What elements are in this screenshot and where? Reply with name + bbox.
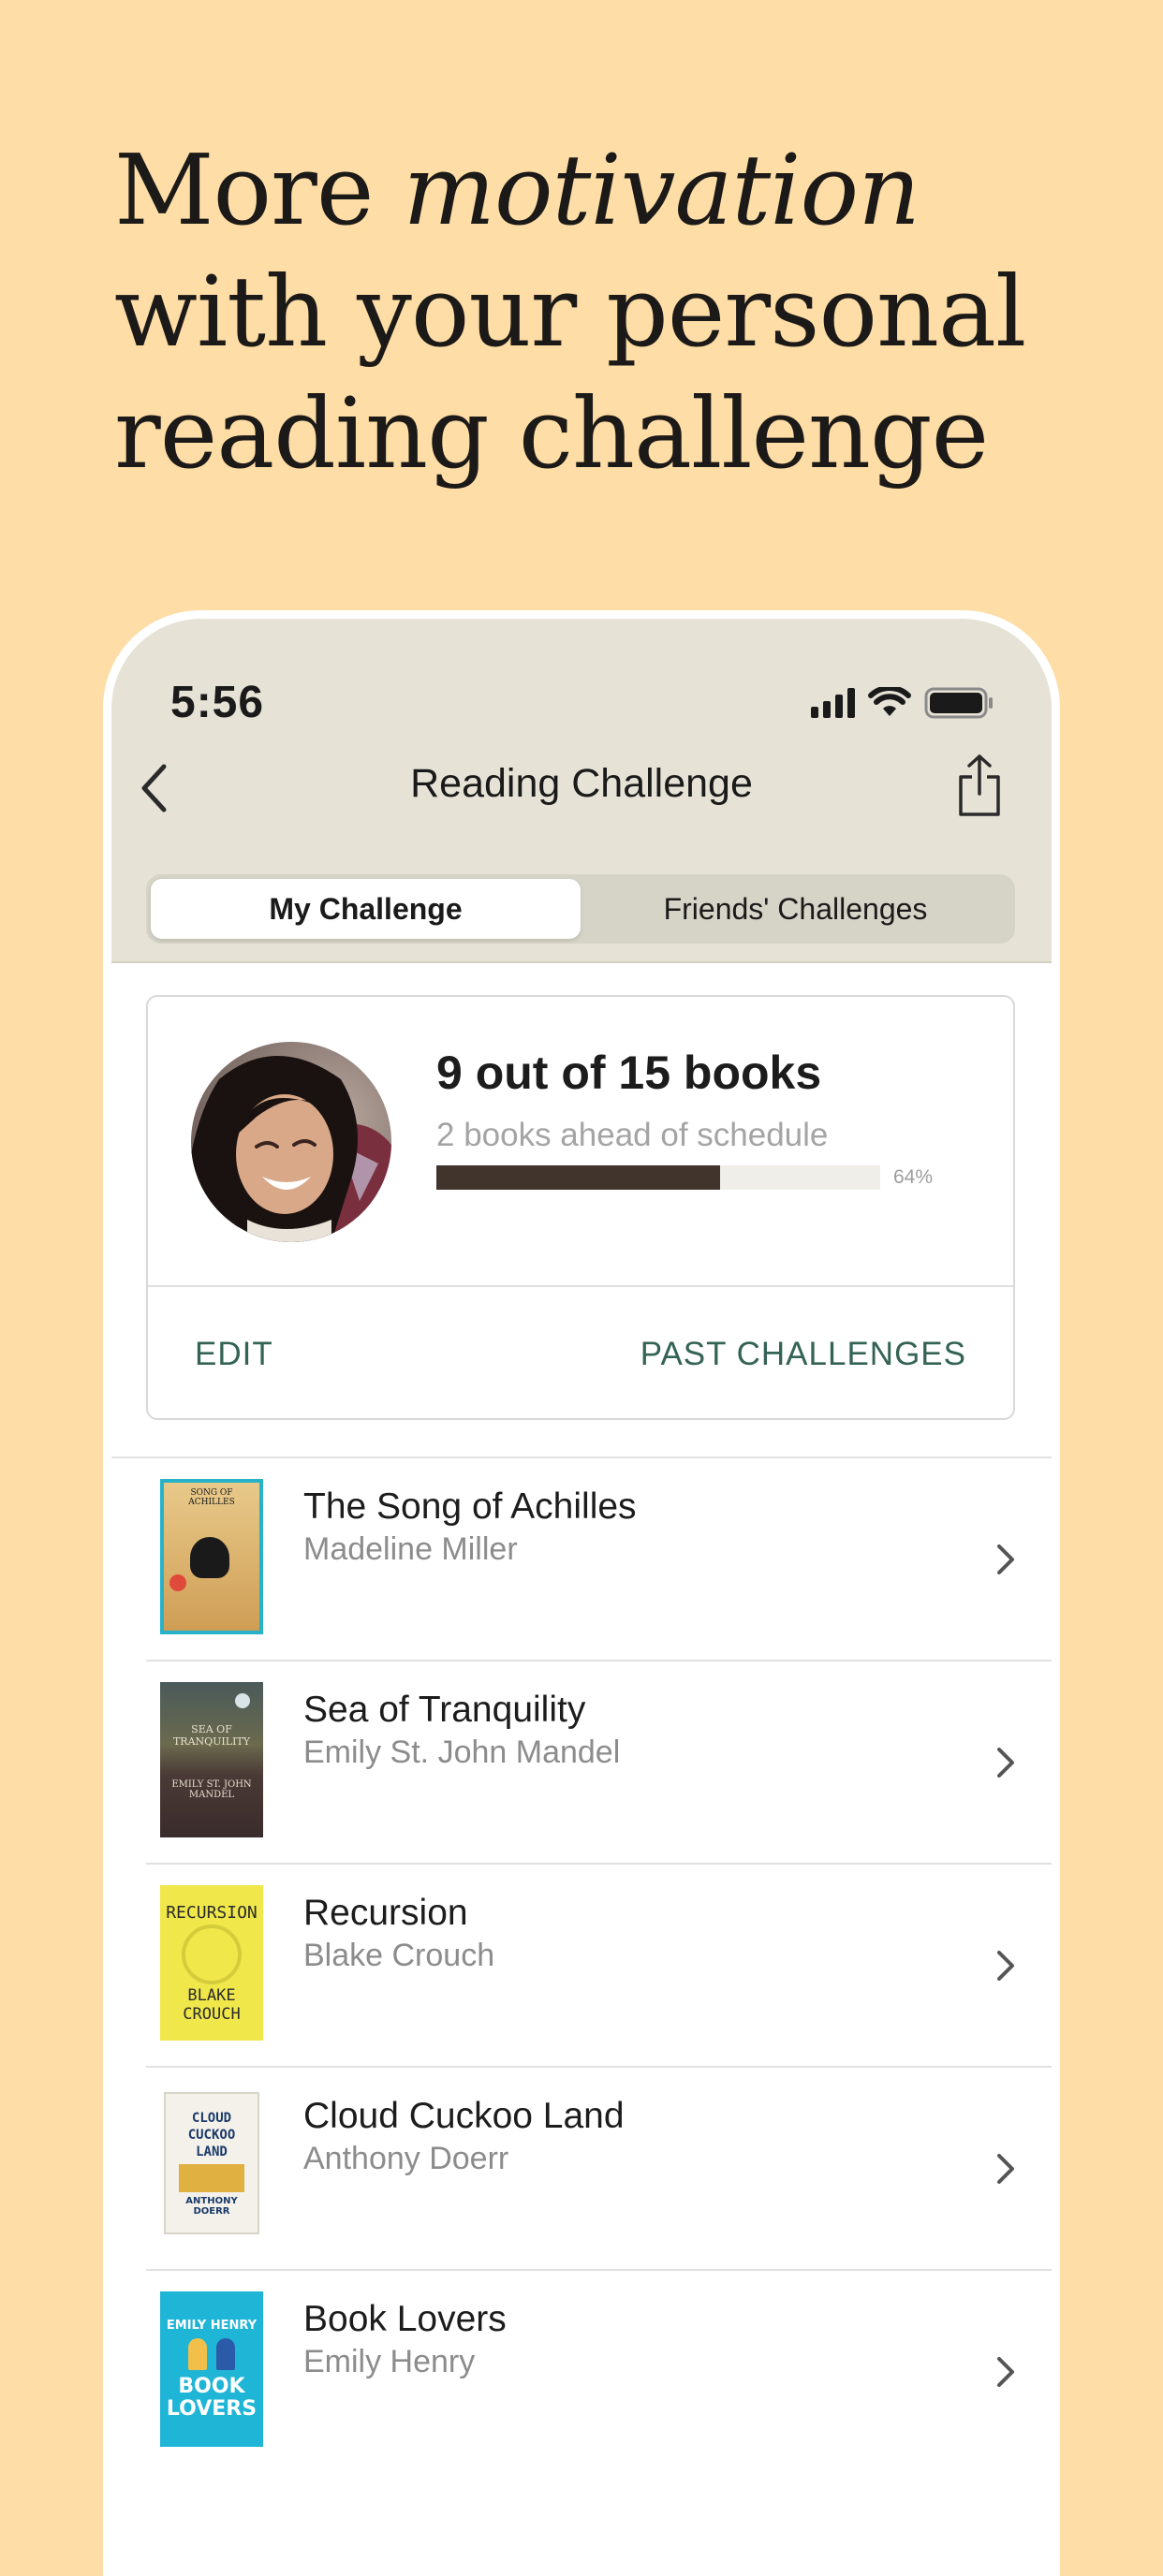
book-list: SONG OF ACHILLES The Song of Achilles Mad… [111, 1456, 1052, 2472]
book-title: The Song of Achilles [303, 1486, 637, 1527]
status-icons [811, 686, 995, 720]
headline-line-1: More motivation [114, 129, 1107, 251]
headline-text: More [114, 133, 404, 247]
phone-frame: 5:56 Reading Challenge My Challenge Frie… [103, 610, 1060, 2576]
list-item[interactable]: EMILY HENRY BOOK LOVERS Book Lovers Emily… [146, 2271, 1052, 2472]
headline-line-2: with your personal [114, 255, 1026, 369]
book-cover: RECURSION BLAKE CROUCH [160, 1885, 263, 2041]
tab-friends-challenges[interactable]: Friends' Challenges [581, 879, 1010, 939]
progress-fill [436, 1165, 721, 1190]
share-button[interactable] [947, 748, 1012, 823]
book-title: Cloud Cuckoo Land [303, 2096, 625, 2136]
book-cover: SONG OF ACHILLES [160, 1479, 263, 1634]
tab-my-challenge[interactable]: My Challenge [151, 879, 581, 939]
past-challenges-button[interactable]: PAST CHALLENGES [640, 1336, 966, 1373]
progress-percent: 64% [893, 1166, 934, 1188]
book-author: Anthony Doerr [303, 2141, 509, 2176]
list-item[interactable]: RECURSION BLAKE CROUCH Recursion Blake Cr… [146, 1865, 1052, 2068]
book-cover: SEA OF TRANQUILITY EMILY ST. JOHN MANDEL [160, 1682, 263, 1837]
chevron-right-icon [992, 1539, 1020, 1580]
book-title: Recursion [303, 1893, 468, 1933]
promo-headline: More motivation with your personal readi… [114, 129, 1107, 494]
chevron-right-icon [992, 2148, 1020, 2189]
book-author: Emily St. John Mandel [303, 1734, 621, 1770]
challenge-card: 9 out of 15 books 2 books ahead of sched… [146, 995, 1015, 1420]
headline-emphasis: motivation [403, 133, 920, 247]
book-cover: CLOUD CUCKOO LAND ANTHONY DOERR [164, 2092, 259, 2234]
book-cover: EMILY HENRY BOOK LOVERS [160, 2291, 263, 2447]
share-icon [959, 754, 1000, 816]
book-author: Emily Henry [303, 2344, 476, 2379]
book-author: Blake Crouch [303, 1938, 495, 1973]
signal-icon [811, 688, 855, 718]
list-item[interactable]: SEA OF TRANQUILITY EMILY ST. JOHN MANDEL S… [146, 1661, 1052, 1865]
book-title: Sea of Tranquility [303, 1690, 586, 1730]
wifi-icon [868, 687, 911, 716]
screen-title: Reading Challenge [410, 761, 753, 806]
battery-icon [924, 687, 993, 719]
chevron-right-icon [992, 1742, 1020, 1783]
challenge-count: 9 out of 15 books [436, 1046, 822, 1099]
edit-button[interactable]: EDIT [195, 1336, 273, 1373]
chevron-right-icon [992, 2351, 1020, 2393]
headline-line-3: reading challenge [114, 376, 989, 490]
challenge-tabs: My Challenge Friends' Challenges [146, 874, 1015, 944]
phone-screen: 5:56 Reading Challenge My Challenge Frie… [111, 619, 1052, 2576]
book-author: Madeline Miller [303, 1531, 518, 1567]
chevron-right-icon [992, 1945, 1020, 1986]
top-bar: 5:56 Reading Challenge My Challenge Frie… [111, 619, 1052, 963]
status-time: 5:56 [170, 678, 265, 727]
book-title: Book Lovers [303, 2299, 507, 2339]
list-item[interactable]: CLOUD CUCKOO LAND ANTHONY DOERR Cloud Cucko… [146, 2068, 1052, 2271]
list-item[interactable]: SONG OF ACHILLES The Song of Achilles Mad… [146, 1458, 1052, 1661]
avatar [191, 1042, 391, 1242]
card-divider [148, 1285, 1013, 1287]
challenge-progress-bar [436, 1165, 880, 1190]
challenge-schedule: 2 books ahead of schedule [436, 1117, 829, 1153]
